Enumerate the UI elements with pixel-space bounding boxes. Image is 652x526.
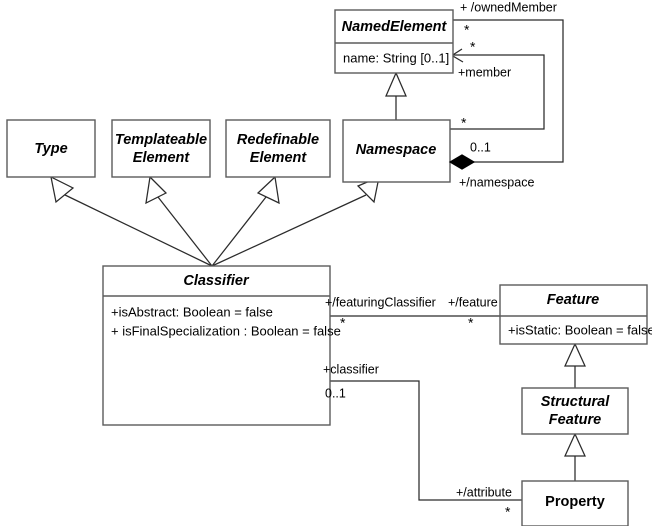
generalization-classifier-to-namespace bbox=[211, 175, 380, 267]
multiplicity-attribute: * bbox=[505, 504, 511, 520]
class-name-templateable-element-line1: Templateable bbox=[115, 132, 207, 148]
association-attribute bbox=[330, 380, 522, 501]
class-name-redefinable-element-line2: Element bbox=[250, 150, 308, 166]
class-box-namespace[interactable]: Namespace bbox=[342, 119, 451, 183]
class-attribute-classifier-0: +isAbstract: Boolean = false bbox=[111, 304, 273, 319]
label-featuring-classifier: +/featuringClassifier bbox=[325, 295, 436, 309]
class-box-structural-feature[interactable]: Structural Feature bbox=[521, 387, 629, 435]
multiplicity-classifier: 0..1 bbox=[325, 386, 346, 400]
class-name-type: Type bbox=[34, 141, 67, 157]
gen-line bbox=[157, 196, 213, 267]
composition-diamond-icon bbox=[448, 154, 476, 170]
class-name-templateable-element-line2: Element bbox=[133, 150, 191, 166]
class-name-classifier: Classifier bbox=[183, 273, 250, 289]
generalization-namespace-to-namedelement bbox=[385, 71, 407, 120]
label-feature: +/feature bbox=[448, 295, 498, 309]
generalization-property-to-structuralfeature bbox=[564, 432, 586, 481]
class-box-rect bbox=[225, 119, 331, 178]
generalization-arrowhead-icon bbox=[50, 175, 75, 204]
multiplicity-member: * bbox=[470, 39, 476, 55]
gen-line bbox=[62, 193, 213, 267]
generalization-structuralfeature-to-feature bbox=[564, 342, 586, 388]
label-member: +member bbox=[458, 65, 511, 79]
gen-line bbox=[211, 196, 267, 267]
generalization-classifier-to-type bbox=[50, 175, 213, 267]
multiplicity-featuring-classifier: * bbox=[340, 315, 346, 331]
label-namespace: +/namespace bbox=[459, 175, 534, 189]
generalization-arrowhead-icon bbox=[256, 175, 280, 205]
class-box-redefinable-element[interactable]: Redefinable Element bbox=[225, 119, 331, 178]
uml-class-diagram: NamedElement name: String [0..1] Type Te… bbox=[0, 0, 652, 526]
class-name-structural-feature-line2: Feature bbox=[549, 412, 601, 428]
class-name-namespace: Namespace bbox=[356, 142, 437, 158]
class-name-property: Property bbox=[545, 494, 605, 510]
gen-line bbox=[211, 194, 367, 267]
label-attribute: +/attribute bbox=[456, 485, 512, 499]
generalization-classifier-to-templateable-element bbox=[145, 175, 213, 267]
class-box-templateable-element[interactable]: Templateable Element bbox=[111, 119, 211, 178]
multiplicity-feature: * bbox=[468, 315, 474, 331]
class-box-rect bbox=[111, 119, 211, 178]
label-classifier: +classifier bbox=[323, 362, 379, 376]
class-box-property[interactable]: Property bbox=[521, 480, 629, 526]
class-attribute-named-element-0: name: String [0..1] bbox=[343, 50, 449, 65]
class-name-redefinable-element-line1: Redefinable bbox=[237, 132, 319, 148]
multiplicity-owned-member: * bbox=[464, 22, 470, 38]
generalization-arrowhead-icon bbox=[564, 432, 586, 457]
attribute-route bbox=[330, 380, 522, 501]
generalization-classifier-to-redefinable-element bbox=[211, 175, 280, 267]
generalization-arrowhead-icon bbox=[564, 342, 586, 367]
class-name-structural-feature-line1: Structural bbox=[541, 394, 610, 410]
class-name-named-element: NamedElement bbox=[342, 19, 448, 35]
class-box-type[interactable]: Type bbox=[6, 119, 96, 178]
class-attribute-feature-0: +isStatic: Boolean = false bbox=[508, 322, 652, 337]
class-attribute-classifier-1: + isFinalSpecialization : Boolean = fals… bbox=[111, 323, 341, 338]
class-box-rect bbox=[102, 265, 331, 426]
class-box-named-element[interactable]: NamedElement name: String [0..1] bbox=[334, 9, 454, 74]
label-owned-member: + /ownedMember bbox=[460, 0, 557, 14]
class-name-feature: Feature bbox=[547, 292, 599, 308]
class-box-feature[interactable]: Feature +isStatic: Boolean = false bbox=[499, 284, 652, 345]
generalization-arrowhead-icon bbox=[145, 175, 168, 205]
multiplicity-namespace-star: * bbox=[461, 115, 467, 131]
class-box-classifier[interactable]: Classifier +isAbstract: Boolean = false … bbox=[102, 265, 341, 426]
multiplicity-namespace: 0..1 bbox=[470, 140, 491, 154]
generalization-arrowhead-icon bbox=[385, 71, 407, 97]
